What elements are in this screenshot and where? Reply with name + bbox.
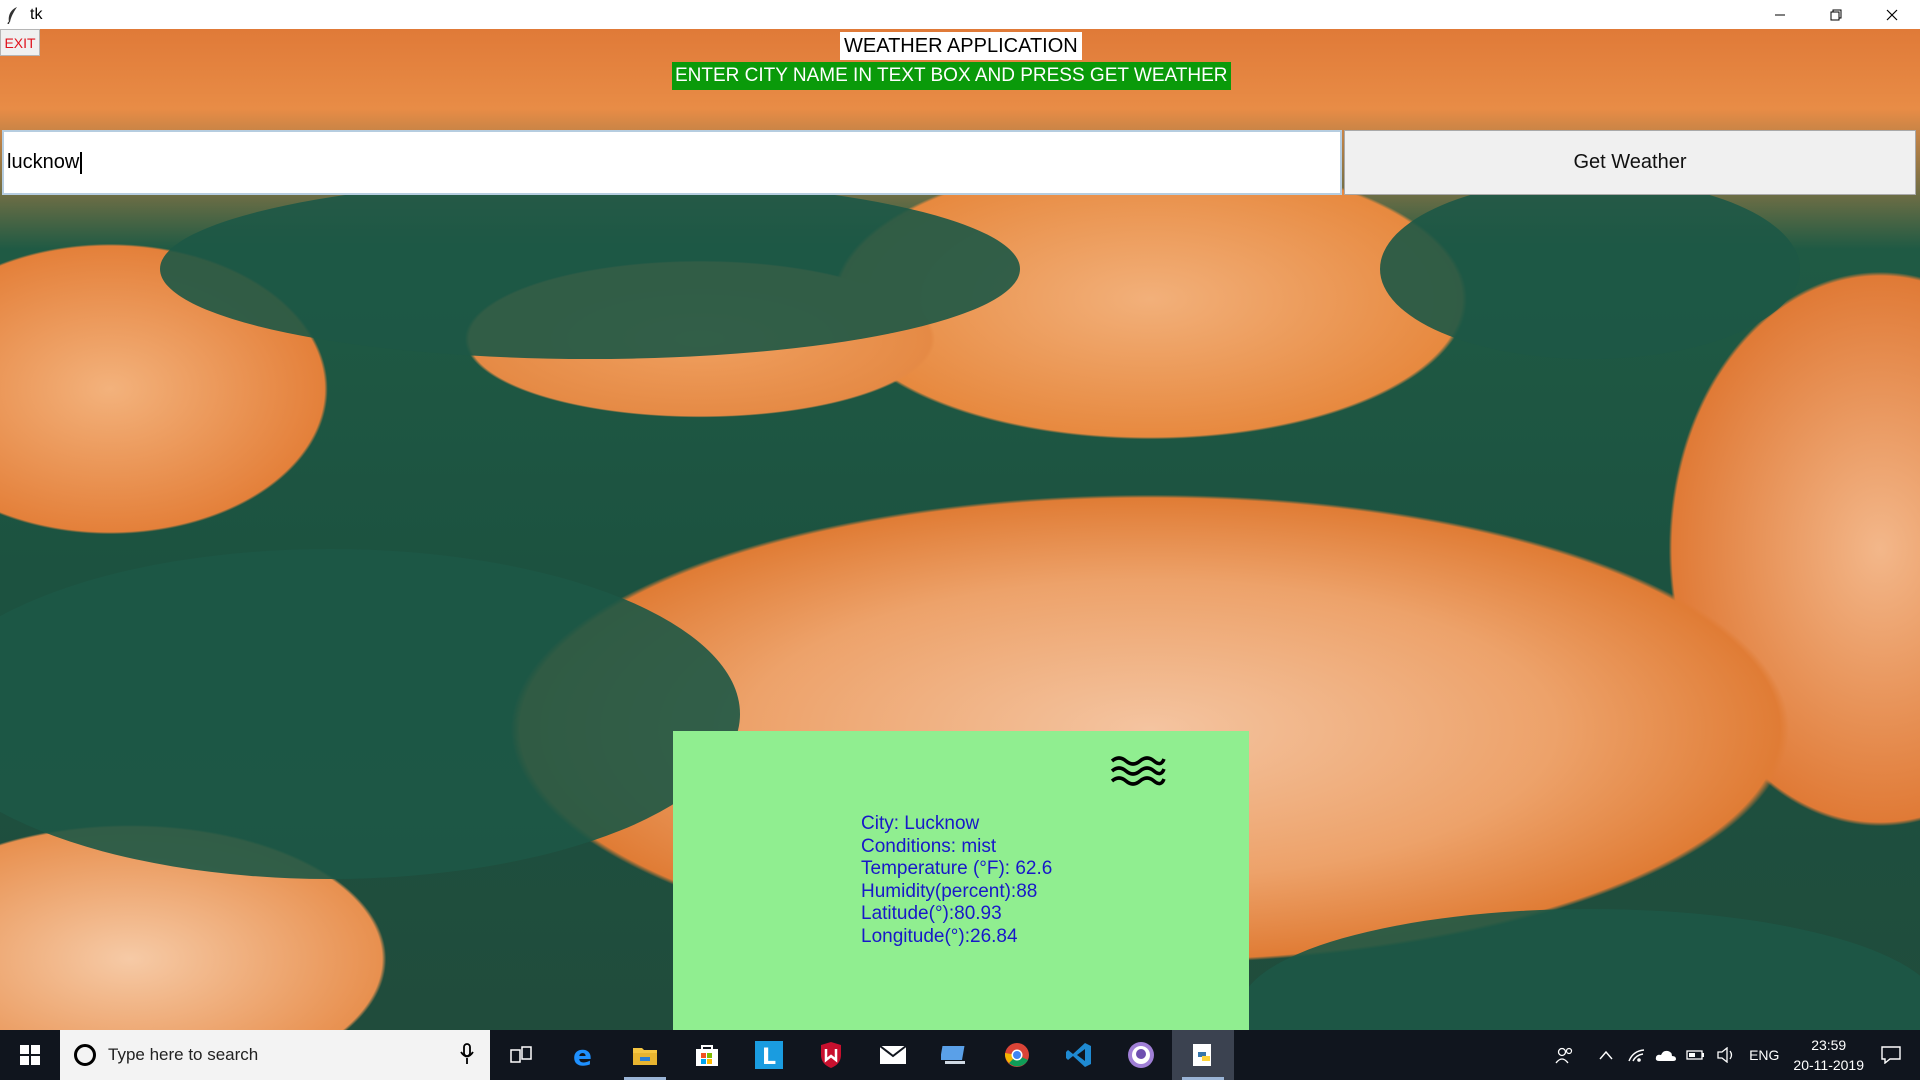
humidity-line: Humidity(percent):88 bbox=[861, 880, 1038, 902]
window-titlebar: tk bbox=[0, 0, 1920, 29]
chrome-button[interactable] bbox=[986, 1030, 1048, 1080]
search-placeholder: Type here to search bbox=[108, 1045, 259, 1064]
weather-result-panel: City: Lucknow Conditions: mist Temperatu… bbox=[673, 731, 1249, 1030]
edge-icon: e bbox=[573, 1042, 592, 1068]
github-button[interactable] bbox=[1110, 1030, 1172, 1080]
volume-icon[interactable] bbox=[1711, 1047, 1741, 1063]
svg-text:L: L bbox=[762, 1045, 776, 1069]
exit-button[interactable]: EXIT bbox=[0, 29, 40, 56]
city-input-value: lucknow bbox=[7, 151, 80, 173]
edge-button[interactable]: e bbox=[552, 1030, 614, 1080]
mail-icon bbox=[879, 1045, 907, 1064]
microphone-icon[interactable] bbox=[460, 1043, 474, 1065]
taskbar-search-box[interactable]: Type here to search bbox=[60, 1030, 490, 1080]
github-icon bbox=[1128, 1042, 1154, 1068]
windows-icon bbox=[20, 1045, 40, 1065]
network-pc-button[interactable] bbox=[924, 1030, 986, 1080]
clock-time: 23:59 bbox=[1811, 1037, 1847, 1053]
l-app-icon: L bbox=[755, 1041, 783, 1069]
weather-details: City: Lucknow Conditions: mist Temperatu… bbox=[861, 813, 1052, 948]
close-button[interactable] bbox=[1864, 0, 1920, 29]
file-explorer-button[interactable] bbox=[614, 1030, 676, 1080]
chevron-up-icon[interactable] bbox=[1591, 1050, 1621, 1060]
app-title: WEATHER APPLICATION bbox=[840, 32, 1082, 60]
minimize-icon bbox=[1775, 14, 1785, 15]
close-icon bbox=[1886, 9, 1898, 20]
mcafee-icon bbox=[821, 1042, 841, 1068]
window-title: tk bbox=[30, 5, 43, 23]
task-view-button[interactable] bbox=[490, 1030, 552, 1080]
cortana-icon bbox=[74, 1044, 96, 1066]
get-weather-button[interactable]: Get Weather bbox=[1344, 130, 1916, 195]
chrome-icon bbox=[1004, 1043, 1029, 1067]
vscode-icon bbox=[1066, 1043, 1091, 1067]
people-icon[interactable] bbox=[1549, 1046, 1579, 1064]
start-button[interactable] bbox=[0, 1030, 60, 1080]
minimize-button[interactable] bbox=[1752, 0, 1808, 29]
python-tk-button[interactable] bbox=[1172, 1030, 1234, 1080]
city-input[interactable]: lucknow bbox=[2, 130, 1342, 195]
onedrive-icon[interactable] bbox=[1651, 1048, 1681, 1062]
clock[interactable]: 23:59 20-11-2019 bbox=[1793, 1035, 1864, 1075]
wifi-icon[interactable] bbox=[1621, 1047, 1651, 1063]
file-explorer-icon bbox=[633, 1048, 657, 1065]
network-pc-icon bbox=[941, 1046, 965, 1064]
temperature-line: Temperature (°F): 62.6 bbox=[861, 858, 1053, 879]
vscode-button[interactable] bbox=[1048, 1030, 1110, 1080]
restore-button[interactable] bbox=[1808, 0, 1864, 29]
conditions-line: Conditions: mist bbox=[861, 835, 997, 857]
mcafee-button[interactable] bbox=[800, 1030, 862, 1080]
clock-date: 20-11-2019 bbox=[1793, 1057, 1864, 1073]
notifications-icon[interactable] bbox=[1876, 1046, 1906, 1064]
l-app-button[interactable]: L bbox=[738, 1030, 800, 1080]
store-button[interactable] bbox=[676, 1030, 738, 1080]
taskbar: Type here to search e L ENG 23:59 20-11-… bbox=[0, 1030, 1920, 1080]
svg-text:e: e bbox=[573, 1042, 592, 1068]
python-icon bbox=[1193, 1044, 1211, 1066]
city-line: City: Lucknow bbox=[861, 813, 980, 834]
task-view-icon bbox=[510, 1046, 532, 1063]
restore-icon bbox=[1830, 9, 1842, 20]
battery-icon[interactable] bbox=[1681, 1049, 1711, 1061]
language-indicator[interactable]: ENG bbox=[1749, 1047, 1779, 1063]
store-icon bbox=[696, 1045, 718, 1066]
window-controls bbox=[1752, 0, 1920, 29]
longitude-line: Longitude(°):26.84 bbox=[861, 925, 1018, 947]
latitude-line: Latitude(°):80.93 bbox=[861, 903, 1002, 924]
text-caret bbox=[80, 151, 83, 174]
app-subtitle: ENTER CITY NAME IN TEXT BOX AND PRESS GE… bbox=[672, 62, 1231, 90]
system-tray: ENG 23:59 20-11-2019 bbox=[1549, 1030, 1920, 1080]
feather-icon bbox=[4, 6, 22, 24]
mail-button[interactable] bbox=[862, 1030, 924, 1080]
mist-icon bbox=[1110, 756, 1166, 786]
